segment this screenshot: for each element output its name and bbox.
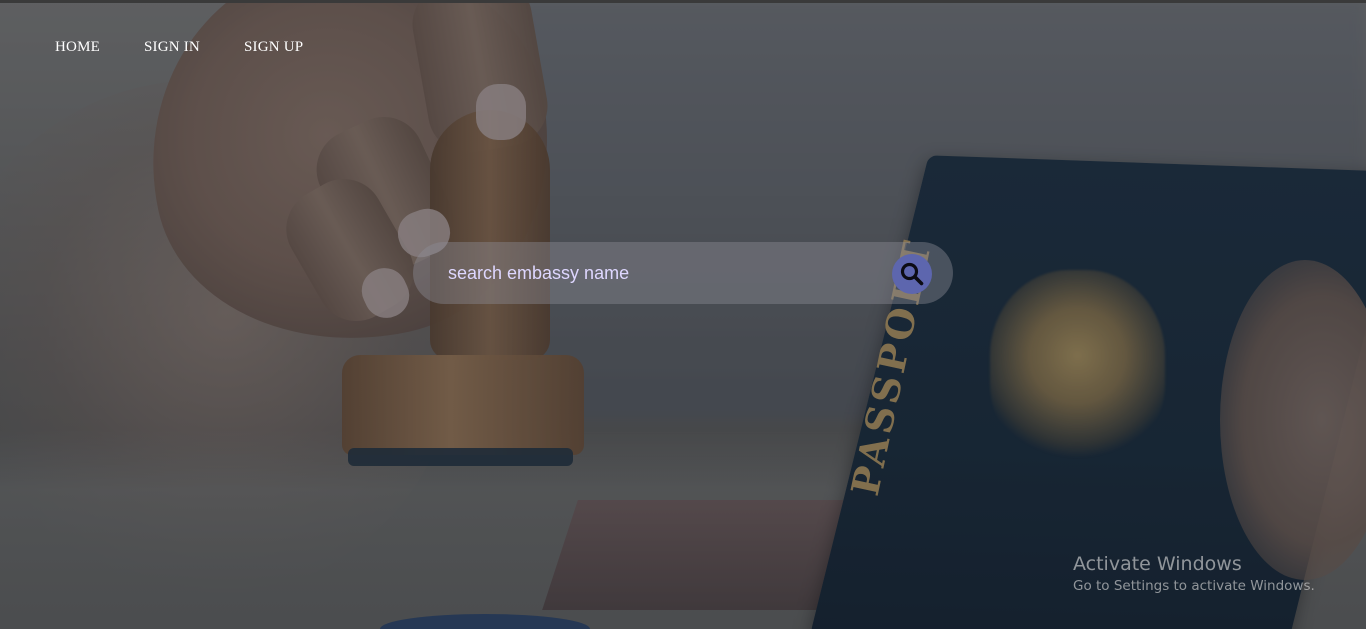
activate-windows-title: Activate Windows — [1073, 553, 1242, 575]
activate-windows-subtitle: Go to Settings to activate Windows. — [1073, 578, 1315, 594]
nav-sign-in-link[interactable]: SIGN IN — [144, 38, 200, 56]
nav-home-link[interactable]: HOME — [55, 38, 100, 56]
nav-sign-up-link[interactable]: SIGN UP — [244, 38, 303, 56]
search-button[interactable] — [892, 254, 932, 294]
activate-windows-watermark: Activate Windows Go to Settings to activ… — [1073, 552, 1315, 595]
search-icon — [900, 262, 924, 286]
window-top-border — [0, 0, 1366, 3]
search-bar — [413, 242, 953, 304]
background-overlay — [0, 0, 1366, 629]
top-navigation: HOME SIGN IN SIGN UP — [55, 38, 347, 56]
page: PASSPORT HOME SIGN IN SIGN UP Activate W… — [0, 0, 1366, 629]
search-input[interactable] — [448, 256, 878, 290]
